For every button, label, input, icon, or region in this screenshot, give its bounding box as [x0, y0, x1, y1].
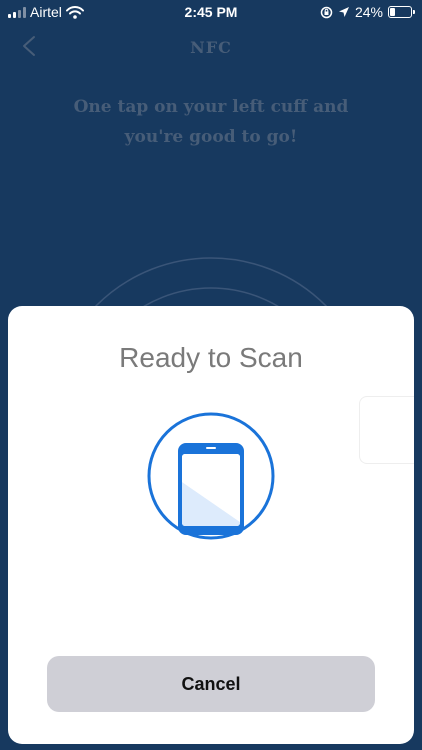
- cancel-button[interactable]: Cancel: [47, 656, 375, 712]
- scan-sheet: Ready to Scan Cancel: [8, 306, 414, 744]
- phone-scan-icon: [147, 412, 275, 540]
- scan-sheet-title: Ready to Scan: [119, 342, 303, 373]
- side-card: [359, 396, 414, 464]
